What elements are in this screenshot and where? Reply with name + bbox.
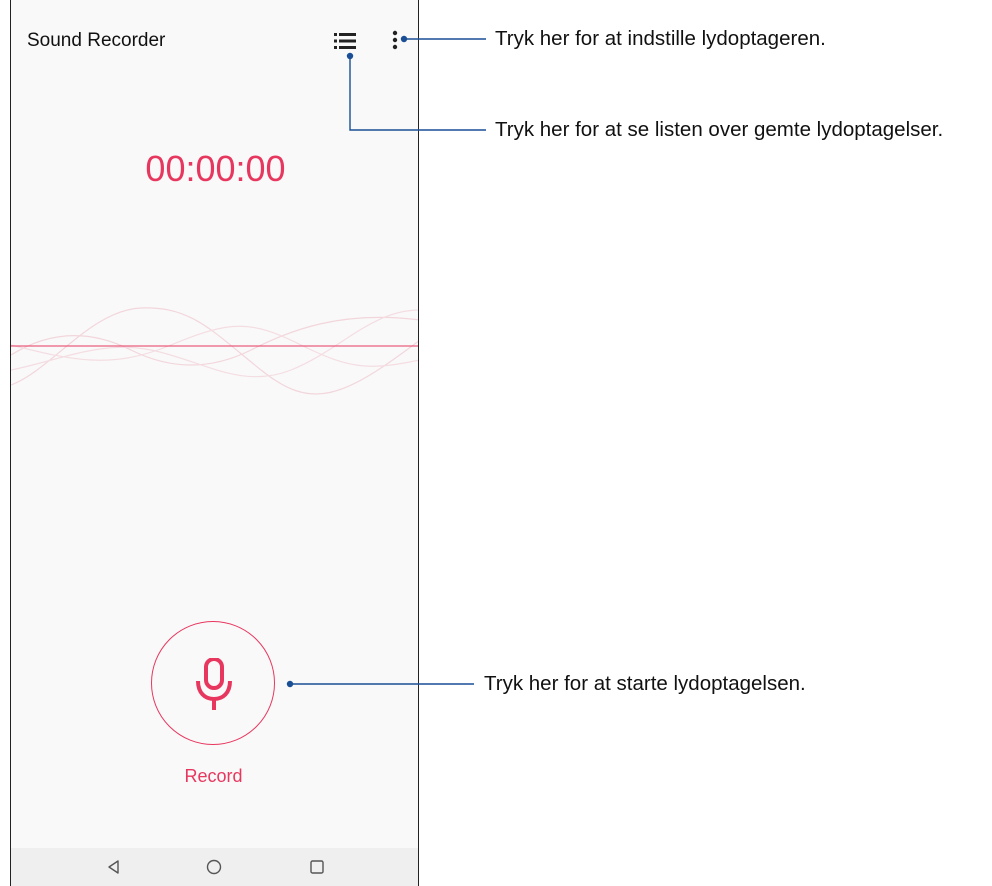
- back-triangle-icon[interactable]: [104, 857, 124, 877]
- timer-display: 00:00:00: [145, 148, 286, 189]
- home-circle-icon[interactable]: [204, 857, 224, 877]
- navigation-bar: [11, 848, 418, 886]
- record-label: Record: [184, 766, 243, 786]
- more-vert-icon[interactable]: [391, 29, 403, 51]
- list-icon[interactable]: [334, 31, 356, 51]
- microphone-icon: [196, 658, 232, 710]
- callout-settings-text: Tryk her for at indstille lydoptageren.: [495, 27, 826, 50]
- phone-screen: Sound Recorder 00:00:00 Record: [10, 0, 419, 886]
- waveform: [11, 307, 418, 395]
- callout-record-text: Tryk her for at starte lydoptagelsen.: [484, 672, 806, 695]
- callout-list-text: Tryk her for at se listen over gemte lyd…: [495, 118, 944, 141]
- record-button[interactable]: [151, 621, 275, 745]
- recents-square-icon[interactable]: [307, 857, 327, 877]
- app-title: Sound Recorder: [27, 30, 166, 51]
